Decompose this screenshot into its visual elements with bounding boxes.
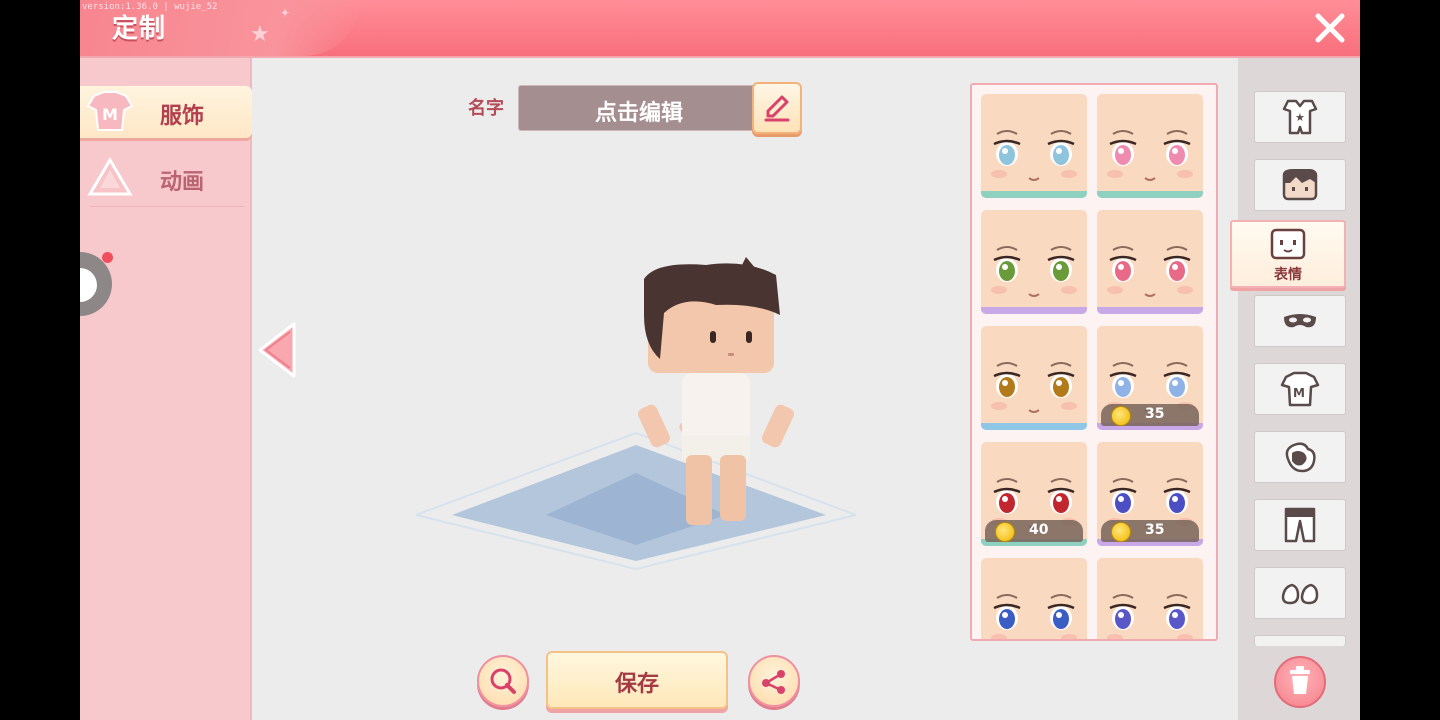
notification-dot	[102, 252, 113, 263]
save-button-label: 保存	[614, 672, 659, 697]
category-shirt[interactable]: M	[1254, 363, 1346, 415]
price-value: 35	[1145, 406, 1165, 422]
expression-face-icon	[991, 362, 1077, 413]
rarity-bar	[1097, 191, 1203, 198]
expression-face-icon	[991, 246, 1077, 297]
category-expression[interactable]: 表情	[1230, 220, 1346, 288]
expression-item[interactable]	[1097, 94, 1203, 198]
expression-item[interactable]	[1097, 558, 1203, 639]
rarity-bar	[981, 191, 1087, 198]
category-outfit[interactable]: ★	[1254, 91, 1346, 143]
expression-item[interactable]	[981, 94, 1087, 198]
expression-item[interactable]: 40	[981, 442, 1087, 546]
category-shoes[interactable]	[1254, 567, 1346, 619]
face-icon	[1270, 228, 1306, 260]
price-tag: 35	[1101, 520, 1199, 542]
category-hair[interactable]	[1254, 159, 1346, 211]
magnifier-icon	[490, 668, 516, 694]
price-value: 40	[1029, 522, 1049, 538]
top-bar: version:1.36.0 | wujie_52 ★ ✦ 定制	[80, 0, 1360, 58]
hair-icon	[1282, 169, 1318, 201]
star-decoration-icon: ✦	[280, 6, 291, 20]
expression-face-icon	[1107, 246, 1193, 297]
mask-icon	[1284, 314, 1316, 328]
triangle-icon	[87, 157, 133, 196]
category-pants[interactable]	[1254, 499, 1346, 551]
rarity-bar	[981, 307, 1087, 314]
category-more[interactable]	[1254, 635, 1346, 646]
rarity-bar	[981, 423, 1087, 430]
outfit-icon: ★	[1282, 99, 1318, 135]
left-nav: M 服饰 动画	[80, 58, 252, 720]
svg-text:★: ★	[1295, 111, 1305, 124]
expression-item[interactable]	[981, 210, 1087, 314]
shirt-m-icon: M	[86, 91, 134, 131]
expression-face-icon	[991, 130, 1077, 181]
edit-name-button[interactable]	[752, 82, 802, 134]
coin-icon	[1111, 522, 1131, 542]
shirt-icon: M	[1280, 371, 1320, 407]
divider	[90, 206, 245, 207]
expression-face-icon	[1107, 594, 1193, 639]
expression-item[interactable]: 35	[1097, 442, 1203, 546]
svg-text:M: M	[1293, 386, 1305, 400]
share-icon	[762, 670, 785, 694]
nav-item-clothing[interactable]: M 服饰	[80, 86, 252, 138]
trash-icon	[1290, 666, 1310, 694]
expression-item[interactable]	[981, 558, 1087, 639]
expression-face-icon	[1107, 130, 1193, 181]
rotate-left-arrow-icon[interactable]	[254, 320, 300, 380]
name-input-text: 点击编辑	[594, 101, 683, 126]
pencil-icon	[764, 95, 790, 122]
nav-label: 动画	[160, 170, 205, 195]
expression-item[interactable]	[981, 326, 1087, 430]
shoes-icon	[1281, 583, 1319, 605]
share-button[interactable]	[748, 655, 800, 707]
avatar-customize-screen: version:1.36.0 | wujie_52 ★ ✦ 定制 M 服饰 动画	[80, 0, 1360, 720]
close-icon[interactable]	[1312, 10, 1348, 46]
category-mask[interactable]	[1254, 295, 1346, 347]
coin-icon	[995, 522, 1015, 542]
svg-text:M: M	[102, 105, 118, 124]
expression-face-icon	[991, 594, 1077, 639]
character-preview[interactable]	[416, 255, 856, 575]
trash-button[interactable]	[1274, 656, 1326, 708]
category-bar: ★ 表情 M	[1230, 58, 1360, 720]
expression-item[interactable]: 35	[1097, 326, 1203, 430]
category-label: 表情	[1274, 267, 1302, 283]
expression-item[interactable]	[1097, 210, 1203, 314]
zoom-button[interactable]	[477, 655, 529, 707]
nav-item-animation[interactable]: 动画	[80, 152, 250, 204]
save-button[interactable]: 保存	[546, 651, 728, 709]
star-decoration-icon: ★	[250, 22, 270, 47]
rarity-bar	[1097, 307, 1203, 314]
coin-icon	[1111, 406, 1131, 426]
pants-icon	[1284, 507, 1316, 543]
price-value: 35	[1145, 522, 1165, 538]
nav-label: 服饰	[160, 104, 205, 129]
price-tag: 35	[1101, 404, 1199, 426]
name-input[interactable]: 点击编辑	[518, 85, 760, 131]
name-label: 名字	[468, 98, 504, 119]
glove-icon	[1285, 442, 1316, 473]
expression-grid: 35 40 35	[970, 83, 1218, 641]
page-title: 定制	[112, 14, 167, 44]
category-gloves[interactable]	[1254, 431, 1346, 483]
price-tag: 40	[985, 520, 1083, 542]
